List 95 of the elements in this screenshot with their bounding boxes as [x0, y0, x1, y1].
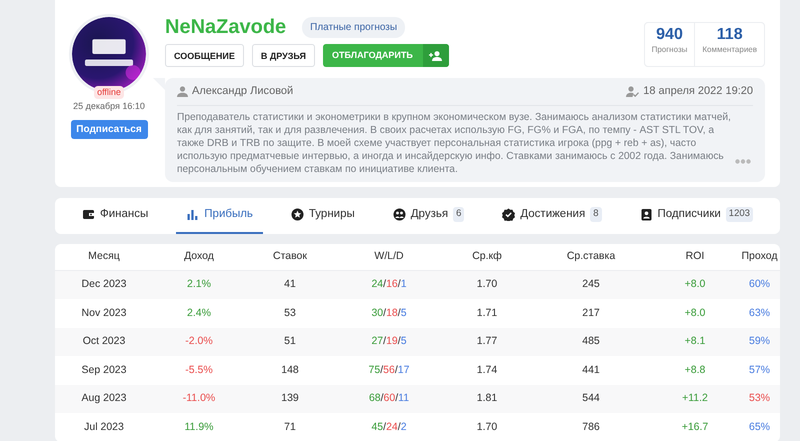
tab-label: Достижения: [520, 206, 586, 222]
table-cell-text: Dec 2023: [80, 276, 128, 292]
pass-rate: 60%: [748, 278, 770, 290]
wld-value: 68/60/11: [368, 392, 410, 404]
table-cell-text: Oct 2023: [82, 334, 126, 350]
bio-date: 18 апреля 2022 19:20: [643, 84, 753, 99]
roi-value: +16.7: [682, 420, 708, 433]
stat-label: Комментариев: [702, 44, 757, 56]
income-value: -11.0%: [182, 392, 216, 404]
pass-rate: 57%: [748, 364, 770, 376]
user-icon: [177, 86, 188, 97]
table-cell-text: 441: [581, 362, 601, 378]
table-cell-text: 1.81: [476, 391, 498, 406]
tag: Платные прогнозы: [302, 16, 406, 38]
wld-value: 75/56/17: [368, 364, 410, 376]
author-name: Александр Лисовой: [192, 84, 294, 99]
column-header: W/L/D: [373, 248, 405, 264]
tab[interactable]: Финансы: [72, 198, 158, 234]
verified-badge-icon: [502, 208, 516, 221]
table-cell-text: Aug 2023: [80, 391, 128, 406]
star-icon: [290, 208, 304, 221]
table-cell-text: 217: [581, 306, 601, 321]
tab-label: Подписчики: [658, 206, 721, 222]
column-header: Ср.ставка: [566, 248, 616, 264]
wld-value: 45/24/2: [371, 420, 407, 433]
more-icon[interactable]: [735, 158, 751, 164]
table-cell-text: 71: [283, 420, 297, 435]
wld-value: 30/18/5: [371, 306, 407, 319]
table-cell-text: 148: [280, 362, 300, 378]
stat-label: Прогнозы: [652, 44, 688, 56]
column-header: Ср.кф: [471, 248, 503, 264]
table-cell-text: 53: [283, 306, 297, 321]
table-cell-text: 1.70: [476, 420, 498, 435]
column-header: Ставок: [272, 248, 308, 264]
roi-value: +8.1: [684, 335, 706, 348]
income-value: 2.4%: [187, 306, 211, 319]
table-cell-text: 41: [283, 276, 297, 292]
roi-value: +8.0: [684, 278, 706, 290]
table-cell-text: 51: [283, 334, 297, 350]
table-cell-text: 1.77: [476, 334, 498, 350]
tab[interactable]: Друзья 6: [382, 198, 474, 234]
count-badge: 6: [453, 207, 464, 222]
wld-value: 24/16/1: [371, 278, 407, 290]
tab[interactable]: Достижения 8: [492, 198, 612, 234]
username: NeNaZavode: [165, 15, 286, 40]
pass-rate: 53%: [748, 392, 770, 404]
table-cell-text: 1.74: [476, 362, 498, 378]
table-cell-text: Sep 2023: [80, 362, 128, 378]
tab[interactable]: Турниры: [280, 198, 365, 234]
table-cell-text: 1.71: [476, 306, 498, 321]
roi-value: +8.8: [684, 364, 706, 376]
table-cell-text: Jul 2023: [83, 420, 125, 435]
table-cell-text: 1.70: [476, 276, 498, 292]
tab-label: Прибыль: [204, 206, 253, 222]
count-badge: 1203: [726, 207, 753, 222]
column-header: ROI: [684, 248, 706, 264]
stat-value: 118: [716, 25, 744, 44]
wld-value: 27/19/5: [371, 335, 407, 348]
table-cell-text: 786: [581, 420, 601, 435]
contact-card-icon: [640, 208, 653, 221]
income-value: -2.0%: [185, 335, 213, 348]
income-value: 2.1%: [187, 278, 211, 290]
count-badge: 8: [590, 207, 602, 222]
table-cell-text: 139: [280, 391, 300, 406]
last-seen: 25 декабря 16:10: [73, 100, 145, 113]
roi-value: +11.2: [682, 392, 708, 404]
subscribe-button[interactable]: Подписаться: [70, 120, 148, 138]
tab-label: Финансы: [100, 206, 148, 222]
action-button[interactable]: В ДРУЗЬЯ: [252, 44, 316, 67]
table-cell-text: Nov 2023: [80, 306, 128, 321]
wallet-icon: [82, 208, 95, 221]
tab-label: Турниры: [308, 206, 355, 222]
column-header: Проход: [740, 248, 778, 264]
action-button[interactable]: СООБЩЕНИЕ: [165, 44, 244, 67]
tab-label: Друзья: [410, 206, 448, 222]
table-cell-text: 544: [581, 391, 601, 406]
pass-rate: 63%: [748, 306, 770, 319]
column-header: Доход: [183, 248, 215, 264]
pass-rate: 59%: [748, 335, 770, 348]
table-cell-text: 485: [581, 334, 601, 350]
tab[interactable]: Подписчики 1203: [630, 198, 763, 234]
pass-rate: 65%: [748, 420, 770, 433]
bar-chart-icon: [186, 208, 200, 221]
group-icon: [392, 208, 406, 221]
add-user-icon: [429, 50, 442, 60]
tab[interactable]: Прибыль: [176, 198, 263, 234]
income-value: -5.5%: [185, 364, 213, 376]
user-check-icon: [626, 86, 640, 97]
stat-value: 940: [655, 25, 684, 44]
bio-text: Преподаватель статистики и эконометрики в крупном экономическом вузе. Занимаюсь анализом статистики матчей, как для занятий, так и для развлечения. В своих расчетах использую FG, FG% и FGA, по темпу - AST STL TOV, а также DRB и TRB по защите. В моей схеме участвует персональная статистика игрока (ppg + reb + as), часто использую предматчевые интервью, а иногда и инсайдерскую инфо. Ставками занимаюсь с 2002 года. Занимаюсь персональным обучением ставкам по инициативе клиента.: [177, 110, 732, 176]
income-value: 11.9%: [184, 420, 214, 433]
status-badge: offline: [94, 86, 124, 99]
column-header: Месяц: [87, 248, 121, 264]
roi-value: +8.0: [684, 306, 706, 319]
table-cell-text: 245: [581, 276, 601, 292]
